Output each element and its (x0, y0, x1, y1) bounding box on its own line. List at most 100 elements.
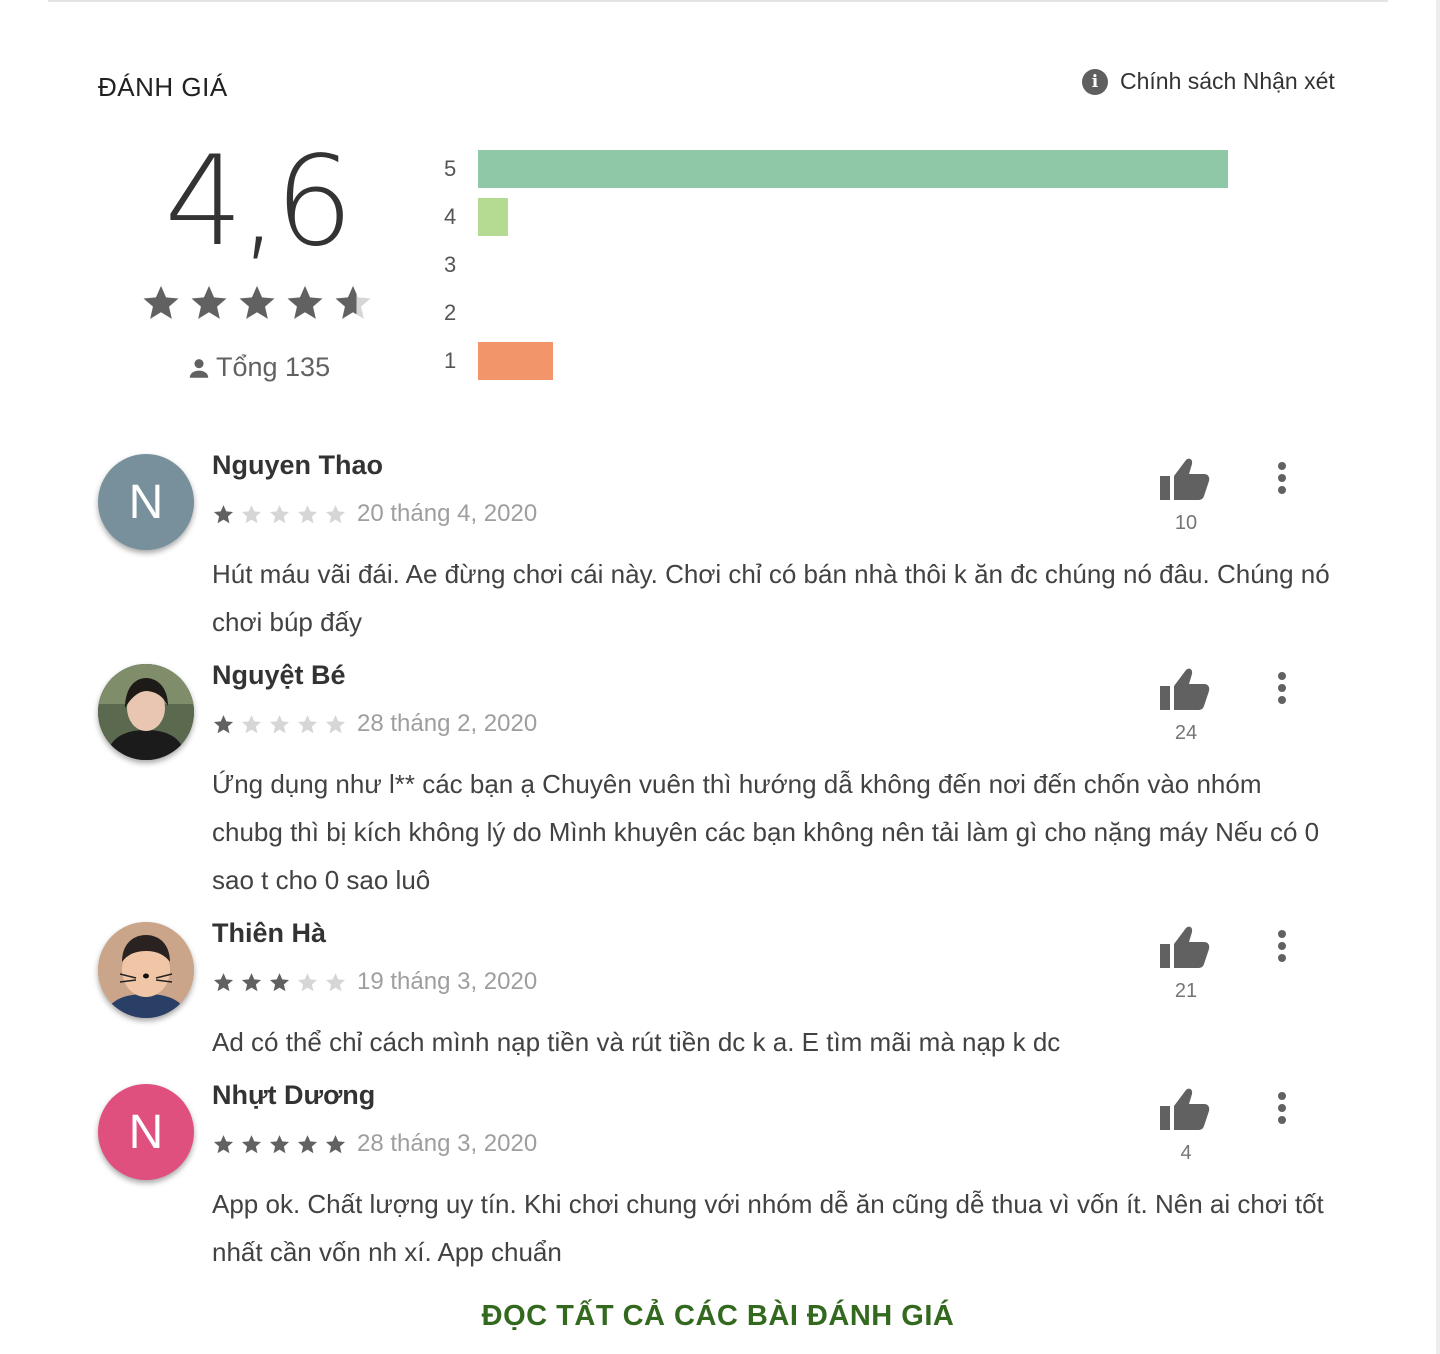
star-icon (213, 504, 234, 523)
histogram-bar-5 (478, 150, 1228, 188)
review-policy-link[interactable]: i Chính sách Nhận xét (1082, 68, 1335, 95)
histogram-row-4: 4 (440, 196, 1240, 236)
review-date: 19 tháng 3, 2020 (357, 968, 538, 995)
review-star-rating (212, 503, 347, 526)
review-text: Ad có thể chỉ cách mình nạp tiền và rút … (212, 1027, 1061, 1057)
star-icon (287, 285, 323, 319)
avatar (98, 664, 194, 760)
dot (1278, 672, 1286, 680)
profile-photo (98, 664, 194, 760)
like-button[interactable] (1160, 1086, 1212, 1132)
histogram-row-2: 2 (440, 292, 1240, 332)
dot (1278, 954, 1286, 962)
avatar: N (98, 454, 194, 550)
avatar-letter: N (128, 475, 164, 529)
review-policy-label: Chính sách Nhận xét (1120, 68, 1335, 94)
star-icon (325, 504, 346, 523)
histogram-label: 5 (444, 156, 457, 181)
person-icon (189, 358, 209, 378)
review-meta: 28 tháng 2, 2020 (212, 710, 537, 738)
more-options-button[interactable] (1268, 926, 1296, 966)
more-options-button[interactable] (1268, 668, 1296, 708)
star-icon (241, 504, 262, 523)
thumb-up-icon (1160, 458, 1210, 500)
average-star-rating (140, 282, 374, 324)
review-author: Nguyen Thao (212, 450, 384, 480)
star-icon (297, 714, 318, 733)
star-icon (213, 972, 234, 991)
histogram-label: 3 (444, 252, 457, 277)
histogram-bar-4 (478, 198, 508, 236)
section-title: ĐÁNH GIÁ (98, 72, 228, 102)
page-edge (1436, 0, 1440, 1354)
histogram-row-3: 3 (440, 244, 1240, 284)
review-text: Hút máu vãi đái. Ae đừng chơi cái này. C… (212, 559, 1330, 637)
review-star-rating (212, 713, 347, 736)
histogram-row-5: 5 (440, 148, 1240, 188)
star-icon (325, 972, 346, 991)
histogram-row-1: 1 (440, 340, 1240, 380)
more-options-button[interactable] (1268, 458, 1296, 498)
star-icon (269, 714, 290, 733)
star-icon (269, 504, 290, 523)
star-icon (297, 504, 318, 523)
star-icon (325, 1134, 346, 1153)
like-count: 21 (1174, 980, 1198, 1002)
star-icon (213, 1134, 234, 1153)
review-star-rating (212, 971, 347, 994)
star-icon (239, 285, 275, 319)
profile-photo (98, 922, 194, 1018)
like-count: 10 (1174, 512, 1198, 534)
star-icon (213, 714, 234, 733)
avatar (98, 922, 194, 1018)
average-score: 4,6 (164, 130, 353, 274)
info-icon: i (1082, 68, 1108, 95)
dot (1278, 1092, 1286, 1100)
dot (1278, 930, 1286, 938)
dot (1278, 1104, 1286, 1112)
like-button[interactable] (1160, 456, 1212, 502)
star-icon (241, 1134, 262, 1153)
more-options-button[interactable] (1268, 1088, 1296, 1128)
review-date: 28 tháng 3, 2020 (357, 1130, 538, 1157)
star-icon (325, 714, 346, 733)
star-icon (269, 1134, 290, 1153)
dot (1278, 696, 1286, 704)
like-count: 4 (1180, 1142, 1192, 1164)
review-date: 20 tháng 4, 2020 (357, 500, 538, 527)
star-icon (241, 972, 262, 991)
star-icon (191, 285, 227, 319)
thumb-up-icon (1160, 926, 1210, 968)
star-icon (297, 972, 318, 991)
like-count: 24 (1174, 722, 1198, 744)
thumb-up-icon (1160, 668, 1210, 710)
review-text: Ứng dụng như l** các bạn ạ Chuyên vuên t… (212, 769, 1320, 895)
review-star-rating (212, 1133, 347, 1156)
star-icon (143, 285, 179, 319)
review-date: 28 tháng 2, 2020 (357, 710, 538, 737)
review-text: App ok. Chất lượng uy tín. Khi chơi chun… (212, 1189, 1324, 1267)
like-button[interactable] (1160, 924, 1212, 970)
review-author: Nhựt Dương (212, 1080, 376, 1110)
dot (1278, 942, 1286, 950)
review-meta: 19 tháng 3, 2020 (212, 968, 537, 996)
star-icon (269, 972, 290, 991)
histogram-label: 1 (444, 348, 457, 373)
dot (1278, 474, 1286, 482)
total-ratings-label: Tổng 135 (216, 352, 331, 382)
thumb-up-icon (1160, 1088, 1210, 1130)
star-icon (241, 714, 262, 733)
total-ratings: Tổng 135 (186, 352, 330, 383)
dot (1278, 684, 1286, 692)
dot (1278, 462, 1286, 470)
top-divider (48, 0, 1388, 2)
histogram-bar-1 (478, 342, 553, 380)
histogram-label: 2 (444, 300, 457, 325)
review-meta: 28 tháng 3, 2020 (212, 1130, 537, 1158)
histogram-label: 4 (444, 204, 457, 229)
dot (1278, 1116, 1286, 1124)
avatar-letter: N (128, 1105, 164, 1159)
read-all-reviews-link[interactable]: ĐỌC TẤT CẢ CÁC BÀI ĐÁNH GIÁ (0, 1300, 1436, 1333)
dot (1278, 486, 1286, 494)
like-button[interactable] (1160, 666, 1212, 712)
